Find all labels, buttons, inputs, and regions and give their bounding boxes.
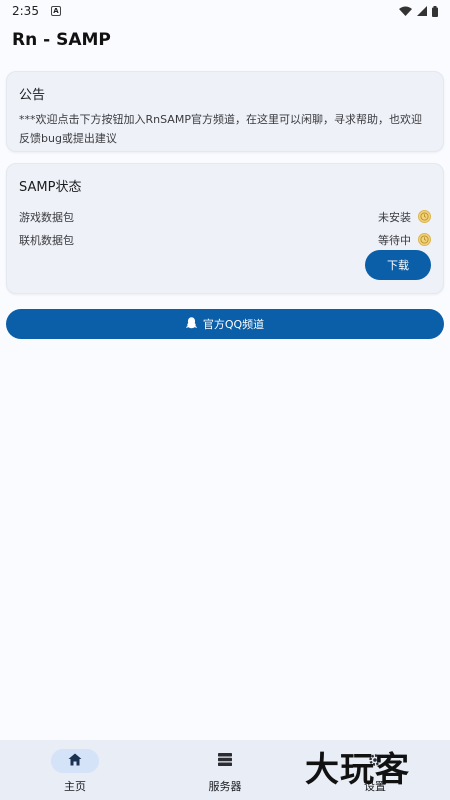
samp-status-title: SAMP状态 bbox=[19, 180, 82, 195]
qq-penguin-icon bbox=[185, 316, 197, 332]
nav-icon-container bbox=[201, 749, 249, 773]
status-time: 2:35 bbox=[12, 4, 39, 18]
qq-channel-label: 官方QQ频道 bbox=[202, 318, 265, 331]
watermark-logo: 大玩客 bbox=[305, 750, 410, 790]
nav-item-servers[interactable]: 服务器 bbox=[150, 740, 300, 800]
nav-label: 主页 bbox=[64, 780, 86, 793]
qq-channel-button[interactable]: 官方QQ频道 bbox=[6, 309, 444, 339]
accessibility-badge-icon: A bbox=[50, 6, 61, 16]
status-row-label: 游戏数据包 bbox=[19, 210, 74, 224]
notice-body: ***欢迎点击下方按钮加入RnSAMP官方频道，在这里可以闲聊，寻求帮助，也欢迎… bbox=[19, 113, 422, 145]
signal-icon bbox=[417, 6, 427, 16]
home-icon bbox=[68, 753, 82, 769]
clock-icon bbox=[418, 233, 431, 246]
notice-card: 公告 ***欢迎点击下方按钮加入RnSAMP官方频道，在这里可以闲聊，寻求帮助，… bbox=[6, 71, 444, 152]
status-row-label: 联机数据包 bbox=[19, 233, 74, 247]
status-row-game-data: 游戏数据包 未安装 bbox=[19, 205, 431, 228]
samp-status-card: SAMP状态 游戏数据包 未安装 联机数据包 等待中 下载 bbox=[6, 163, 444, 294]
nav-active-indicator bbox=[51, 749, 99, 773]
download-button[interactable]: 下载 bbox=[365, 250, 431, 280]
battery-icon bbox=[432, 5, 438, 17]
status-row-online-data: 联机数据包 等待中 bbox=[19, 228, 431, 251]
nav-label: 服务器 bbox=[208, 780, 242, 793]
notice-title: 公告 bbox=[19, 88, 46, 103]
status-row-value: 未安装 bbox=[378, 210, 411, 224]
server-list-icon bbox=[218, 753, 232, 769]
status-row-value: 等待中 bbox=[378, 233, 411, 247]
nav-item-home[interactable]: 主页 bbox=[0, 740, 150, 800]
clock-icon bbox=[418, 210, 431, 223]
status-bar: 2:35 A bbox=[0, 0, 450, 22]
page-title: Rn - SAMP bbox=[12, 30, 111, 50]
wifi-icon bbox=[399, 6, 412, 16]
